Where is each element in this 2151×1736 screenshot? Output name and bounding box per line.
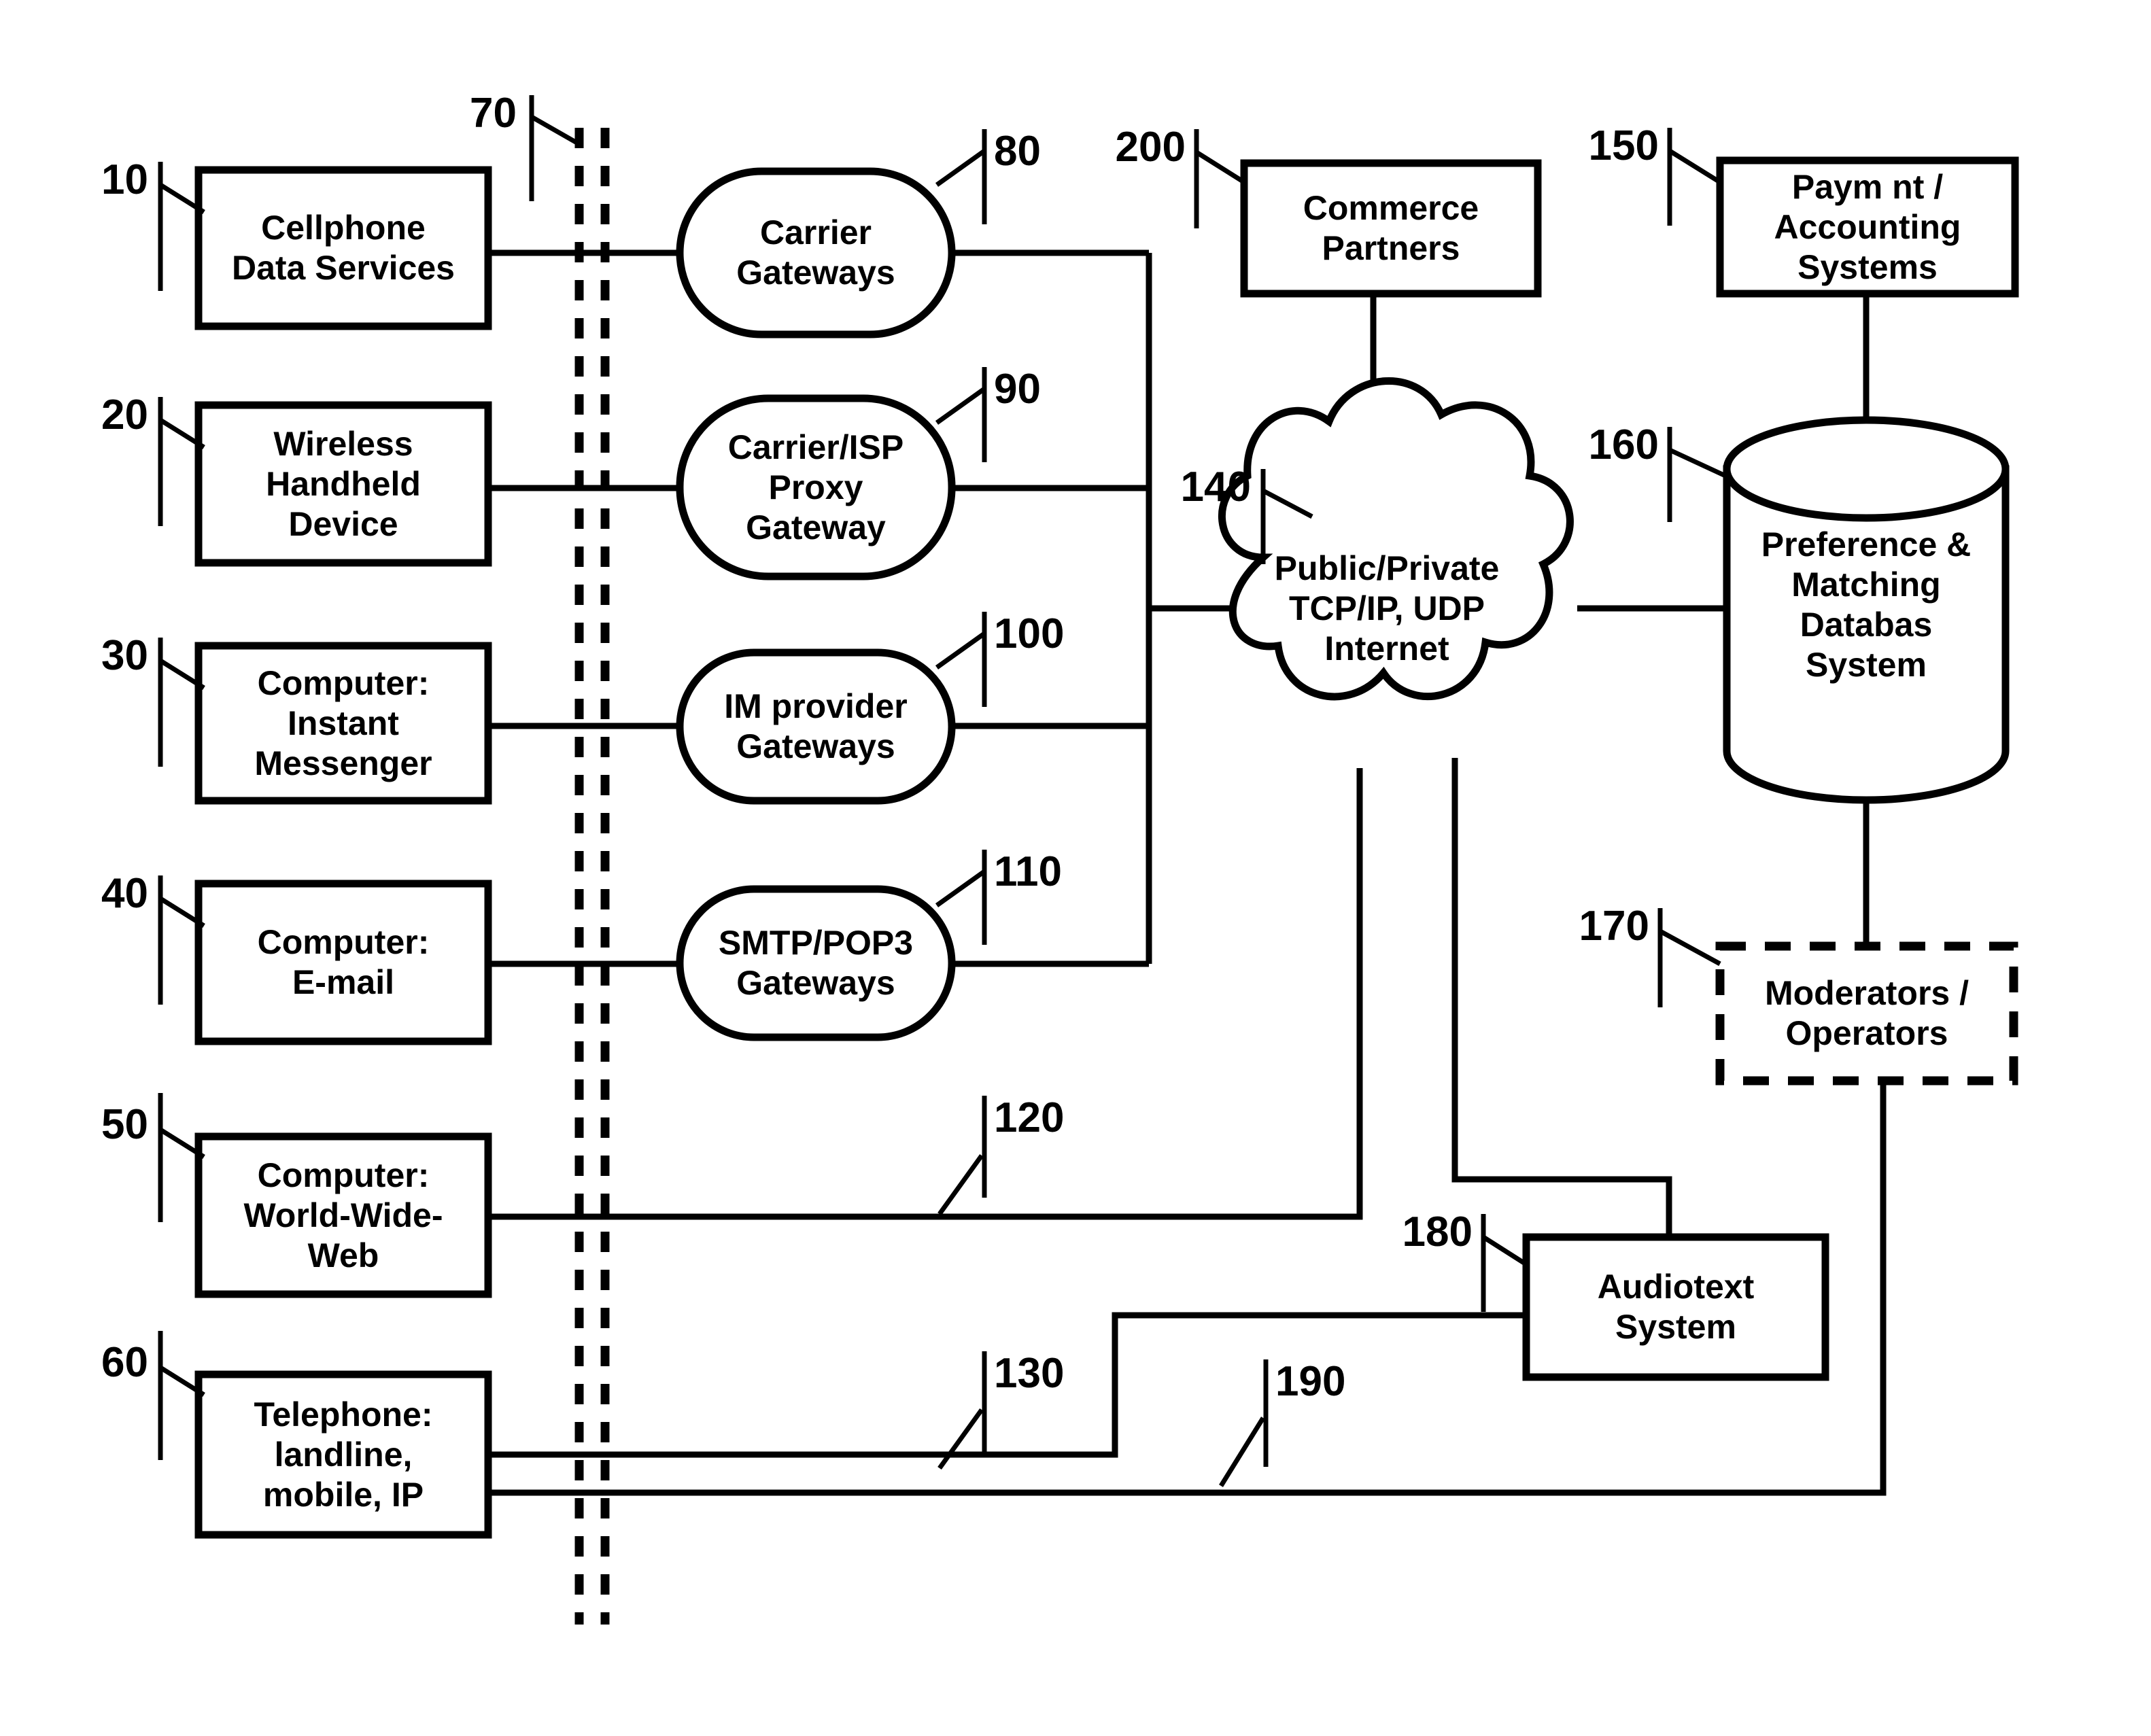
ref-numeral-200: 200 <box>1115 124 1186 171</box>
leader-line-100 <box>935 631 986 670</box>
ref-numeral-80: 80 <box>994 128 1041 175</box>
leader-line-110 <box>935 869 986 907</box>
leader-line-180 <box>1482 1235 1530 1268</box>
leader-line-160 <box>1668 447 1727 479</box>
ref-numeral-40: 40 <box>101 870 148 917</box>
node-computer-email <box>194 880 492 1045</box>
node-computer-instant-messenger <box>194 642 492 805</box>
ref-numeral-10: 10 <box>101 156 148 203</box>
ref-numeral-140: 140 <box>1180 464 1251 510</box>
patent-figure: Cellphone Data Services Wireless Handhel… <box>0 0 2151 1736</box>
device-boxes <box>194 166 492 1539</box>
node-internet-cloud <box>1218 377 1574 701</box>
node-commerce-partners <box>1240 159 1542 298</box>
node-computer-world-wide-web <box>194 1132 492 1298</box>
leader-line-90 <box>935 387 986 425</box>
leader-line-130 <box>937 1408 984 1470</box>
leader-line-190 <box>1219 1417 1265 1487</box>
leader-line-80 <box>935 149 986 187</box>
ref-numeral-130: 130 <box>994 1350 1065 1397</box>
leader-line-120 <box>937 1153 984 1216</box>
ref-numeral-70: 70 <box>470 90 517 137</box>
ref-numeral-160: 160 <box>1588 421 1659 468</box>
link-cloud-to-audiotext <box>1451 758 1672 1264</box>
ref-numeral-30: 30 <box>101 632 148 679</box>
node-carrier-isp-proxy-gateway <box>676 394 956 580</box>
node-payment-accounting-systems <box>1716 156 2019 298</box>
node-carrier-gateways <box>676 167 956 338</box>
node-smtp-pop3-gateways <box>676 885 956 1041</box>
ref-numeral-150: 150 <box>1588 122 1659 169</box>
ref-numeral-100: 100 <box>994 610 1065 657</box>
gateway-shapes <box>676 167 956 1041</box>
node-wireless-handheld-device <box>194 401 492 567</box>
leader-line-200 <box>1195 150 1245 184</box>
node-telephone <box>194 1370 492 1539</box>
ref-numeral-60: 60 <box>101 1339 148 1386</box>
ref-numeral-170: 170 <box>1579 903 1649 950</box>
leader-line-150 <box>1668 149 1721 184</box>
node-im-provider-gateways <box>676 648 956 805</box>
node-preference-matching-database <box>1723 416 2010 804</box>
leader-line-170 <box>1659 928 1721 967</box>
ref-numeral-180: 180 <box>1402 1209 1473 1255</box>
ref-numeral-90: 90 <box>994 366 1041 413</box>
node-cellphone-data-services <box>194 166 492 330</box>
ref-numeral-190: 190 <box>1275 1358 1346 1405</box>
node-audiotext-system <box>1522 1233 1829 1381</box>
ref-numeral-110: 110 <box>994 848 1063 895</box>
ref-numeral-50: 50 <box>101 1101 148 1148</box>
boundary-dashed-lines <box>574 128 610 1625</box>
leader-line-70 <box>530 114 581 147</box>
node-moderators-operators <box>1715 941 2018 1086</box>
ref-numeral-120: 120 <box>994 1094 1065 1141</box>
ref-numeral-20: 20 <box>101 392 148 438</box>
